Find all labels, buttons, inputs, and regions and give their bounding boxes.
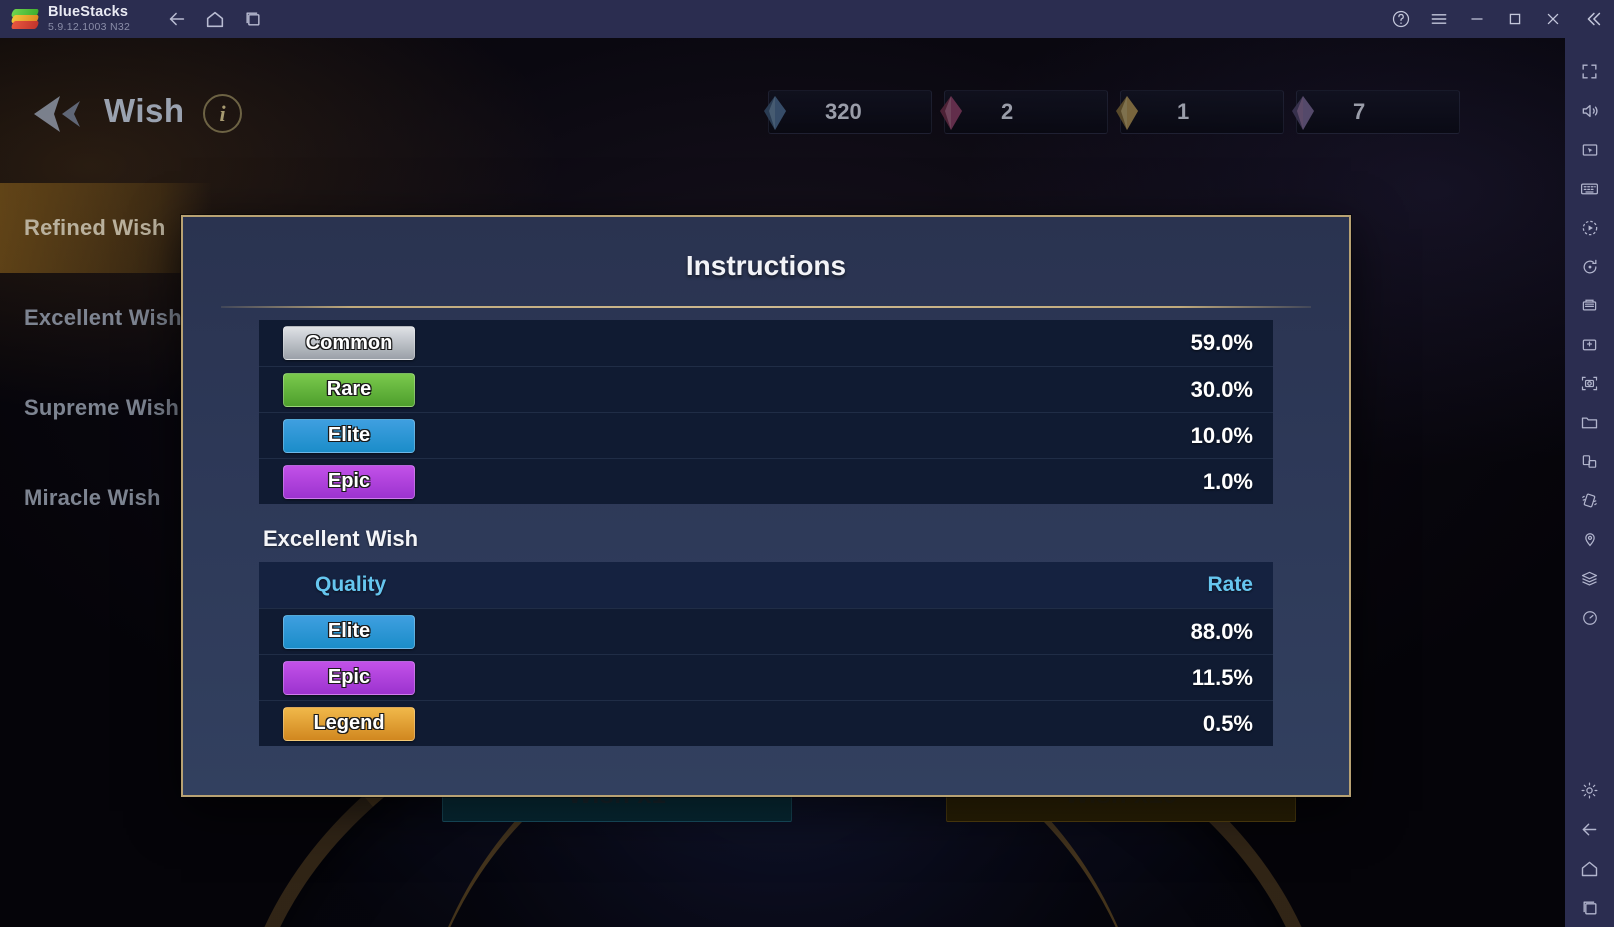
rotate-icon[interactable]	[1565, 247, 1614, 286]
pink-shard-icon	[940, 96, 962, 130]
game-back-arrow-icon[interactable]	[24, 90, 90, 138]
maximize-icon[interactable]	[1496, 0, 1534, 38]
quality-badge-epic: Epic	[283, 464, 415, 499]
excellent-wish-section-title: Excellent Wish	[263, 526, 419, 551]
macro-record-icon[interactable]	[1565, 208, 1614, 247]
table-row: Epic 1.0%	[259, 458, 1273, 504]
shake-icon[interactable]	[1565, 481, 1614, 520]
table-row: Elite 88.0%	[259, 608, 1273, 654]
quality-badge-elite: Elite	[283, 418, 415, 453]
bluestacks-side-toolbar	[1565, 38, 1614, 927]
rate-value: 59.0%	[1190, 330, 1253, 355]
dialog-divider	[221, 306, 1311, 308]
close-icon[interactable]	[1534, 0, 1572, 38]
excellent-wish-rate-table: Quality Rate Elite 88.0% Epic 11.5% Lege…	[259, 562, 1273, 746]
currency-bar: 320 2 1 7	[764, 90, 1460, 134]
script-layers-icon[interactable]	[1565, 559, 1614, 598]
table-row: Legend 0.5%	[259, 700, 1273, 746]
table-row: Rare 30.0%	[259, 366, 1273, 412]
currency-value: 7	[1353, 99, 1366, 124]
game-page-title: Wish	[104, 92, 185, 129]
column-header-quality: Quality	[315, 573, 387, 596]
titlebar-back-icon[interactable]	[158, 0, 196, 38]
table-row: Common 59.0%	[259, 320, 1273, 366]
settings-gear-icon[interactable]	[1565, 771, 1614, 810]
rate-value: 0.5%	[1202, 710, 1253, 736]
screenshot-icon[interactable]	[1565, 364, 1614, 403]
blue-shard-icon	[764, 96, 786, 130]
rate-value: 11.5%	[1191, 664, 1253, 690]
currency-item[interactable]: 7	[1292, 90, 1460, 134]
tab-label: Supreme Wish	[24, 395, 180, 420]
violet-shard-icon	[1292, 96, 1314, 130]
media-folder-icon[interactable]	[1565, 403, 1614, 442]
rate-value: 1.0%	[1202, 468, 1253, 494]
android-back-icon[interactable]	[1565, 810, 1614, 849]
bluestacks-identity: BlueStacks 5.9.12.1003 N32	[48, 3, 131, 34]
table-row: Elite 10.0%	[259, 412, 1273, 458]
titlebar-recents-icon[interactable]	[234, 0, 272, 38]
bluestacks-titlebar: BlueStacks 5.9.12.1003 N32	[0, 0, 1614, 38]
table-header-row: Quality Rate	[259, 562, 1273, 608]
multi-instance-icon[interactable]	[1565, 286, 1614, 325]
install-apk-icon[interactable]	[1565, 325, 1614, 364]
quality-badge-legend: Legend	[283, 706, 415, 741]
screen-root: BlueStacks 5.9.12.1003 N32 Wish i 320 2 …	[0, 0, 1614, 927]
quality-badge-epic: Epic	[283, 660, 415, 695]
android-recents-icon[interactable]	[1565, 888, 1614, 927]
refined-wish-rate-table: Common 59.0% Rare 30.0% Elite 10.0% Epic…	[259, 320, 1273, 504]
tab-label: Miracle Wish	[24, 485, 161, 510]
currency-item[interactable]: 320	[764, 90, 932, 134]
quality-badge-rare: Rare	[283, 372, 415, 407]
location-icon[interactable]	[1565, 520, 1614, 559]
fullscreen-icon[interactable]	[1565, 52, 1614, 91]
tab-label: Excellent Wish	[24, 305, 182, 330]
rate-value: 88.0%	[1190, 618, 1253, 644]
game-topbar: Wish i 320 2 1 7	[0, 38, 1565, 150]
currency-value: 2	[1001, 99, 1014, 124]
minimize-icon[interactable]	[1458, 0, 1496, 38]
currency-value: 1	[1177, 99, 1190, 124]
quality-badge-common: Common	[283, 326, 415, 360]
volume-icon[interactable]	[1565, 91, 1614, 130]
game-viewport: Wish i 320 2 1 7 Refined Wish Excellent …	[0, 38, 1565, 927]
bluestacks-version: 5.9.12.1003 N32	[48, 21, 131, 34]
quality-badge-elite: Elite	[283, 614, 415, 649]
column-header-rate: Rate	[1207, 573, 1253, 596]
trim-memory-icon[interactable]	[1565, 598, 1614, 637]
currency-item[interactable]: 2	[940, 90, 1108, 134]
hamburger-menu-icon[interactable]	[1420, 0, 1458, 38]
screen-split-icon[interactable]	[1565, 442, 1614, 481]
dialog-title: Instructions	[685, 250, 847, 281]
dialog-body: Common 59.0% Rare 30.0% Elite 10.0% Epic…	[183, 320, 1349, 746]
bluestacks-logo-icon	[10, 8, 40, 30]
info-icon[interactable]: i	[203, 94, 242, 133]
currency-item[interactable]: 1	[1116, 90, 1284, 134]
cursor-icon[interactable]	[1565, 130, 1614, 169]
currency-value: 320	[825, 99, 862, 124]
help-icon[interactable]	[1382, 0, 1420, 38]
android-home-icon[interactable]	[1565, 849, 1614, 888]
gold-shard-icon	[1116, 96, 1138, 130]
instructions-dialog: Instructions Common 59.0% Rare 30.0% Eli…	[181, 215, 1351, 797]
rate-value: 10.0%	[1190, 422, 1253, 448]
rate-value: 30.0%	[1190, 376, 1253, 402]
titlebar-home-icon[interactable]	[196, 0, 234, 38]
table-row: Epic 11.5%	[259, 654, 1273, 700]
collapse-sidebar-icon[interactable]	[1572, 0, 1614, 38]
keyboard-icon[interactable]	[1565, 169, 1614, 208]
bluestacks-app-name: BlueStacks	[48, 3, 129, 20]
tab-label: Refined Wish	[24, 215, 166, 240]
